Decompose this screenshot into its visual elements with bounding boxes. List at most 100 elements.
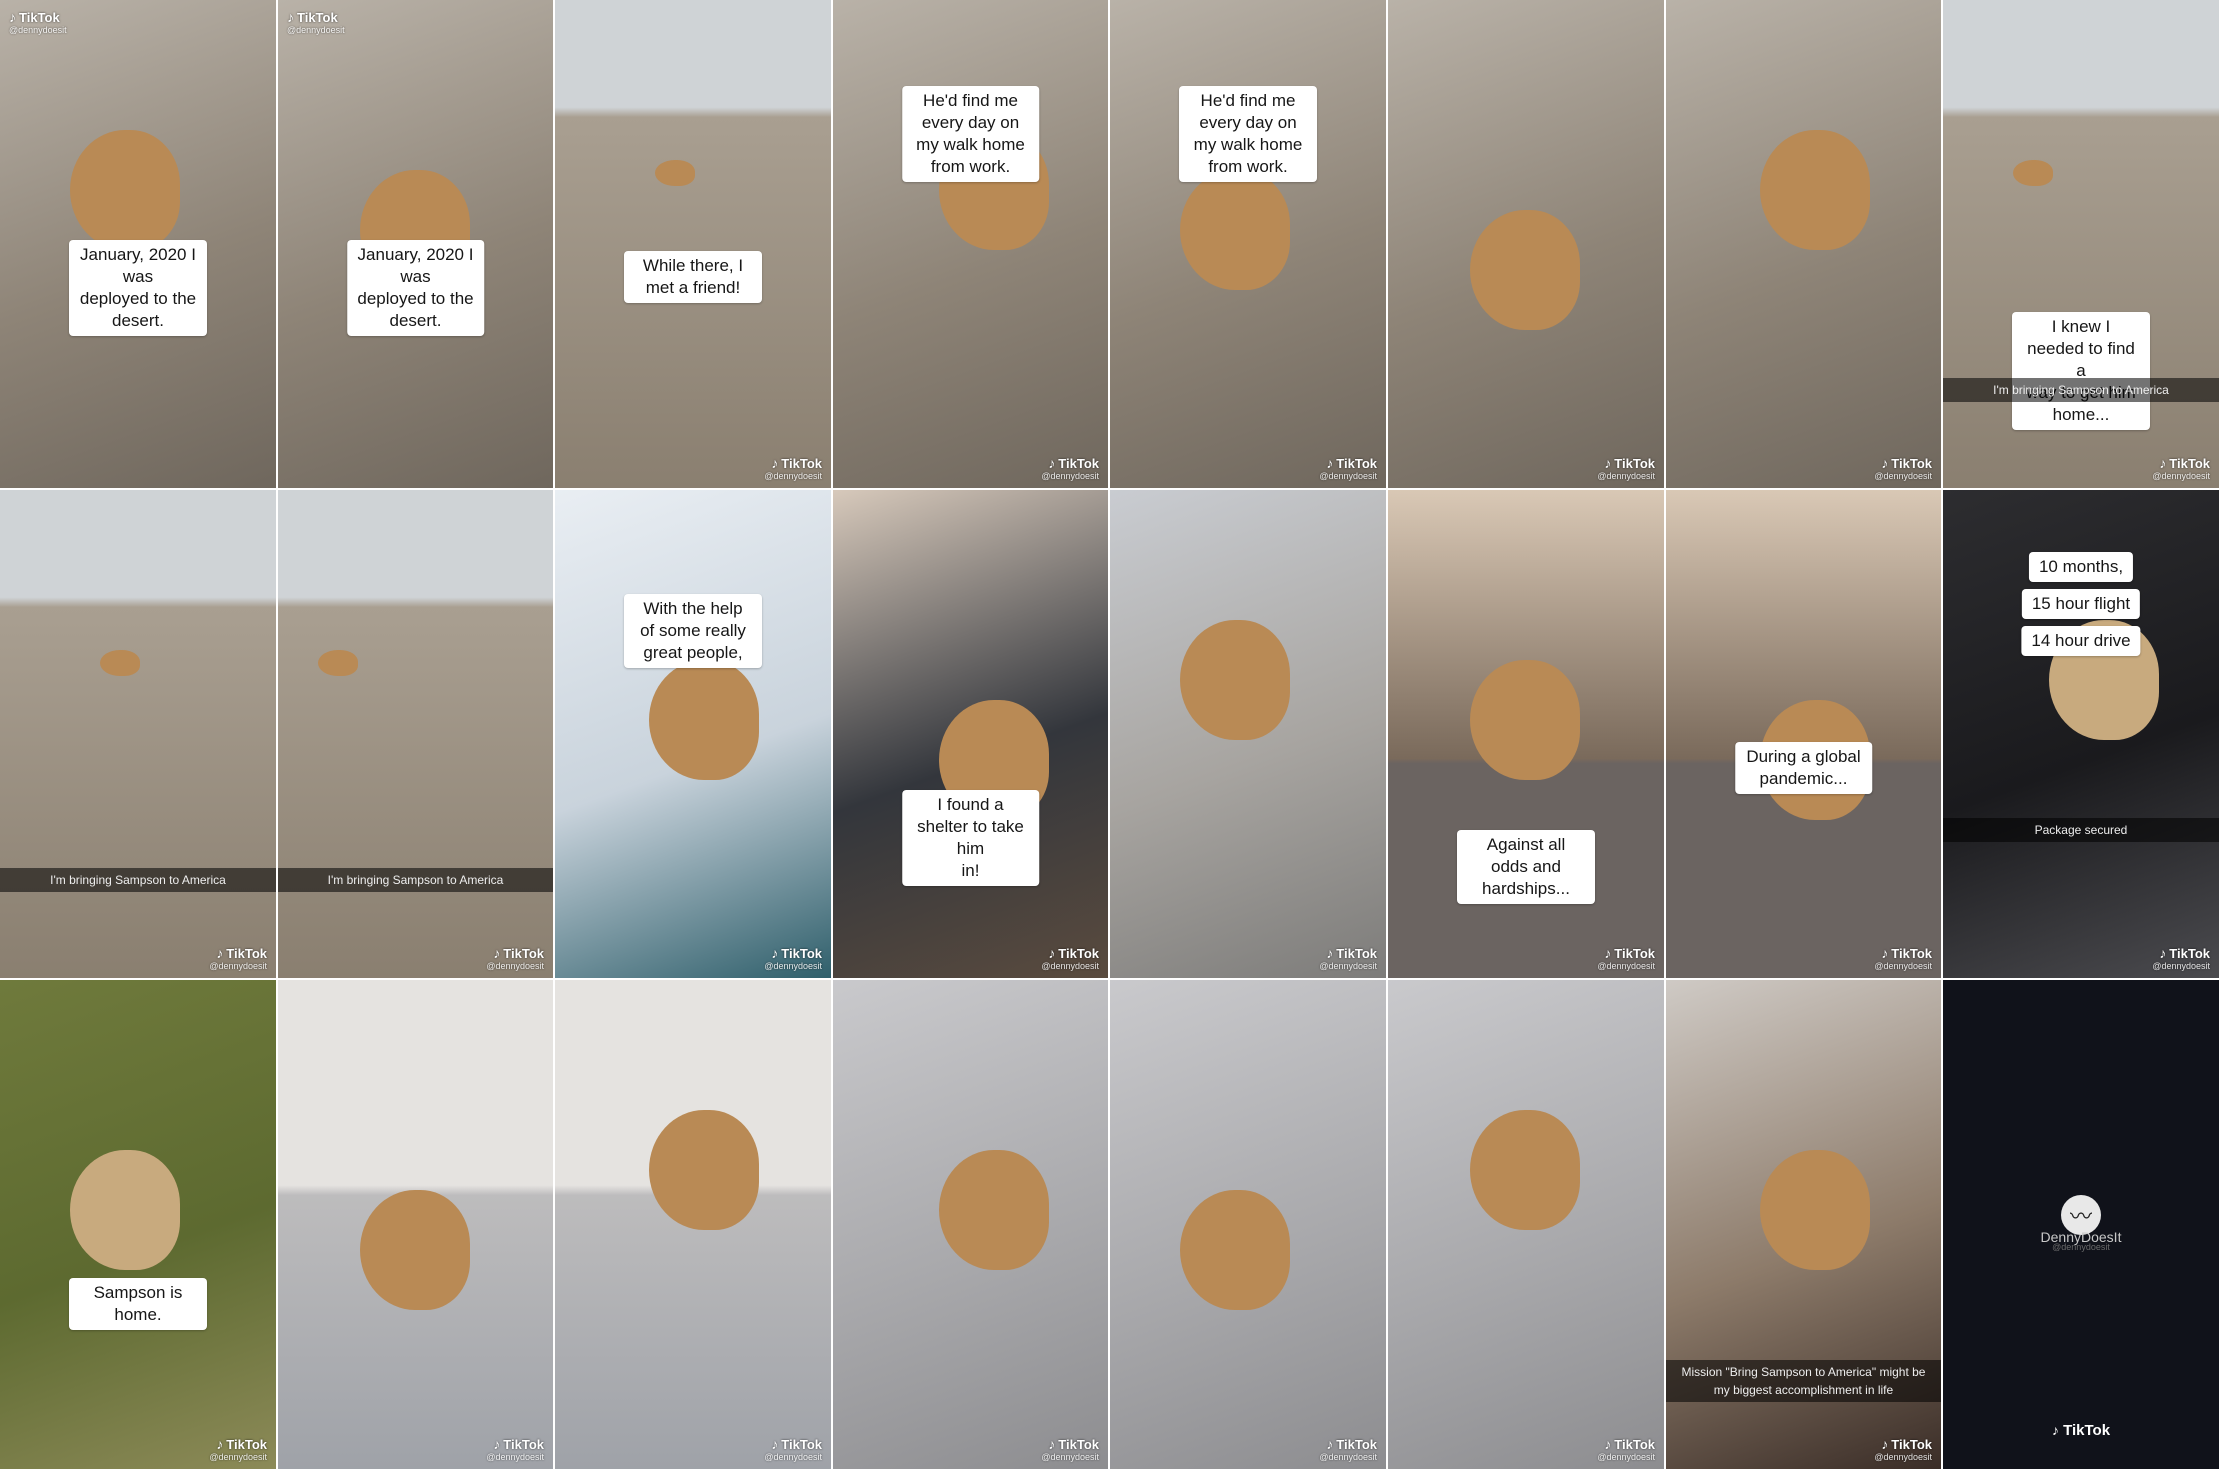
video-frame: ♪ TikTok @dennydoesit	[1110, 980, 1386, 1469]
tiktok-watermark: ♪ TikTok @dennydoesit	[209, 1436, 267, 1462]
watermark-username: @dennydoesit	[209, 1452, 267, 1462]
tiktok-watermark: ♪ TikTok @dennydoesit	[1597, 1436, 1655, 1462]
tiktok-logo: ♪ TikTok	[2152, 945, 2210, 961]
video-frame: ♪ TikTok @dennydoesit	[1666, 0, 1941, 488]
watermark-username: @dennydoesit	[1041, 471, 1099, 481]
tiktok-logo: ♪ TikTok	[209, 1436, 267, 1452]
video-frame: ♪ TikTok @dennydoesit	[1388, 0, 1664, 488]
tiktok-note-icon: ♪	[287, 9, 294, 25]
tiktok-logo-text: TikTok	[1891, 945, 1932, 961]
tiktok-note-icon: ♪	[771, 1436, 779, 1452]
watermark-username: @dennydoesit	[1319, 1452, 1377, 1462]
video-frame: I found a shelter to take him in! ♪ TikTok…	[833, 490, 1108, 978]
tiktok-logo: ♪ TikTok	[1597, 1436, 1655, 1452]
video-caption: He'd find me every day on my walk home f…	[901, 86, 1040, 182]
tiktok-logo: ♪ TikTok	[1041, 455, 1099, 471]
tiktok-note-icon: ♪	[1048, 1436, 1056, 1452]
tiktok-logo-text: TikTok	[1614, 1436, 1655, 1452]
tiktok-logo-text: TikTok	[1058, 1436, 1099, 1452]
dog-figure	[1760, 1150, 1870, 1270]
video-frame: While there, I met a friend! ♪ TikTok @denn…	[555, 0, 831, 488]
watermark-username: @dennydoesit	[764, 471, 822, 481]
tiktok-logo: ♪ TikTok	[1874, 945, 1932, 961]
overlay-banner: I'm bringing Sampson to America	[278, 868, 553, 892]
tiktok-watermark: ♪ TikTok @dennydoesit	[1319, 455, 1377, 481]
video-frame: ♪ TikTok @dennydoesit	[833, 980, 1108, 1469]
tiktok-note-icon: ♪	[2159, 945, 2167, 961]
tiktok-logo-text: TikTok	[1058, 455, 1099, 471]
video-caption: January, 2020 I was deployed to the dese…	[346, 240, 485, 336]
tiktok-logo-text: TikTok	[2063, 1422, 2111, 1439]
dog-figure	[1180, 170, 1290, 290]
tiktok-logo-text: TikTok	[226, 945, 267, 961]
tiktok-logo-text: TikTok	[1058, 945, 1099, 961]
end-card: 〰 DennyDoesIt @dennydoesit ♪ TikTok	[1943, 980, 2219, 1469]
tiktok-logo: ♪ TikTok	[1874, 455, 1932, 471]
watermark-username: @dennydoesit	[486, 961, 544, 971]
tiktok-watermark: ♪ TikTok @dennydoesit	[764, 945, 822, 971]
video-frame: ♪ TikTok @dennydoesit	[278, 980, 553, 1469]
tiktok-logo: ♪ TikTok	[486, 1436, 544, 1452]
tiktok-logo-text: TikTok	[503, 945, 544, 961]
tiktok-watermark: ♪ TikTok @dennydoesit	[1319, 945, 1377, 971]
dog-figure	[1470, 660, 1580, 780]
tiktok-note-icon: ♪	[2159, 455, 2167, 471]
watermark-username: @dennydoesit	[1041, 961, 1099, 971]
video-frame: ♪ TikTok @dennydoesit	[1110, 490, 1386, 978]
dog-figure	[655, 160, 695, 186]
tiktok-note-icon: ♪	[1326, 455, 1334, 471]
dog-figure	[1470, 210, 1580, 330]
tiktok-watermark: ♪ TikTok @dennydoesit	[764, 1436, 822, 1462]
creator-username: @dennydoesit	[2052, 1241, 2110, 1252]
tiktok-watermark: ♪ TikTok @dennydoesit	[9, 9, 67, 35]
video-caption: Against all odds and hardships...	[1457, 830, 1595, 904]
tiktok-watermark: ♪ TikTok @dennydoesit	[209, 945, 267, 971]
video-frame: He'd find me every day on my walk home f…	[833, 0, 1108, 488]
tiktok-logo-text: TikTok	[297, 9, 338, 25]
overlay-banner: I'm bringing Sampson to America	[1943, 378, 2219, 402]
watermark-username: @dennydoesit	[9, 25, 67, 35]
tiktok-logo-text: TikTok	[1614, 455, 1655, 471]
dog-figure	[939, 1150, 1049, 1270]
tiktok-note-icon: ♪	[1881, 1436, 1889, 1452]
tiktok-watermark: ♪ TikTok @dennydoesit	[1597, 945, 1655, 971]
tiktok-watermark: ♪ TikTok @dennydoesit	[1874, 1436, 1932, 1462]
tiktok-logo: ♪ TikTok	[1041, 1436, 1099, 1452]
watermark-username: @dennydoesit	[486, 1452, 544, 1462]
video-frame: Sampson is home. ♪ TikTok @dennydoesit	[0, 980, 276, 1469]
video-caption: Sampson is home.	[69, 1278, 207, 1330]
watermark-username: @dennydoesit	[1597, 961, 1655, 971]
tiktok-watermark: ♪ TikTok @dennydoesit	[1041, 455, 1099, 481]
tiktok-watermark: ♪ TikTok @dennydoesit	[486, 1436, 544, 1462]
tiktok-watermark: ♪ TikTok @dennydoesit	[1874, 945, 1932, 971]
tiktok-logo: ♪ TikTok	[9, 9, 67, 25]
tiktok-note-icon: ♪	[771, 945, 779, 961]
tiktok-logo: ♪ TikTok	[1319, 455, 1377, 471]
watermark-username: @dennydoesit	[209, 961, 267, 971]
tiktok-logo: ♪ TikTok	[287, 9, 345, 25]
dog-figure	[2013, 160, 2053, 186]
dog-figure	[70, 1150, 180, 1270]
tiktok-note-icon: ♪	[1881, 945, 1889, 961]
tiktok-note-icon: ♪	[1326, 945, 1334, 961]
tiktok-logo: ♪ TikTok	[209, 945, 267, 961]
tiktok-logo: ♪ TikTok	[764, 1436, 822, 1452]
video-frame-grid: January, 2020 I was deployed to the dese…	[0, 0, 2219, 1469]
watermark-username: @dennydoesit	[287, 25, 345, 35]
overlay-banner: Mission "Bring Sampson to America" might…	[1666, 1360, 1941, 1402]
tiktok-watermark: ♪ TikTok @dennydoesit	[1319, 1436, 1377, 1462]
tiktok-logo-text: TikTok	[781, 945, 822, 961]
video-caption: I knew I needed to find a way to get him…	[2012, 312, 2150, 430]
tiktok-logo: ♪ TikTok	[1874, 1436, 1932, 1452]
video-frame: Against all odds and hardships... ♪ TikTok…	[1388, 490, 1664, 978]
tiktok-logo: ♪ TikTok	[1319, 945, 1377, 961]
video-frame: I'm bringing Sampson to America ♪ TikTok @d…	[0, 490, 276, 978]
tiktok-note-icon: ♪	[1604, 455, 1612, 471]
dog-figure	[1760, 130, 1870, 250]
tiktok-logo: ♪ TikTok	[1597, 945, 1655, 961]
watermark-username: @dennydoesit	[1597, 471, 1655, 481]
tiktok-logo: ♪ TikTok	[1943, 1422, 2219, 1439]
watermark-username: @dennydoesit	[764, 1452, 822, 1462]
tiktok-logo-text: TikTok	[1336, 1436, 1377, 1452]
watermark-username: @dennydoesit	[1874, 471, 1932, 481]
